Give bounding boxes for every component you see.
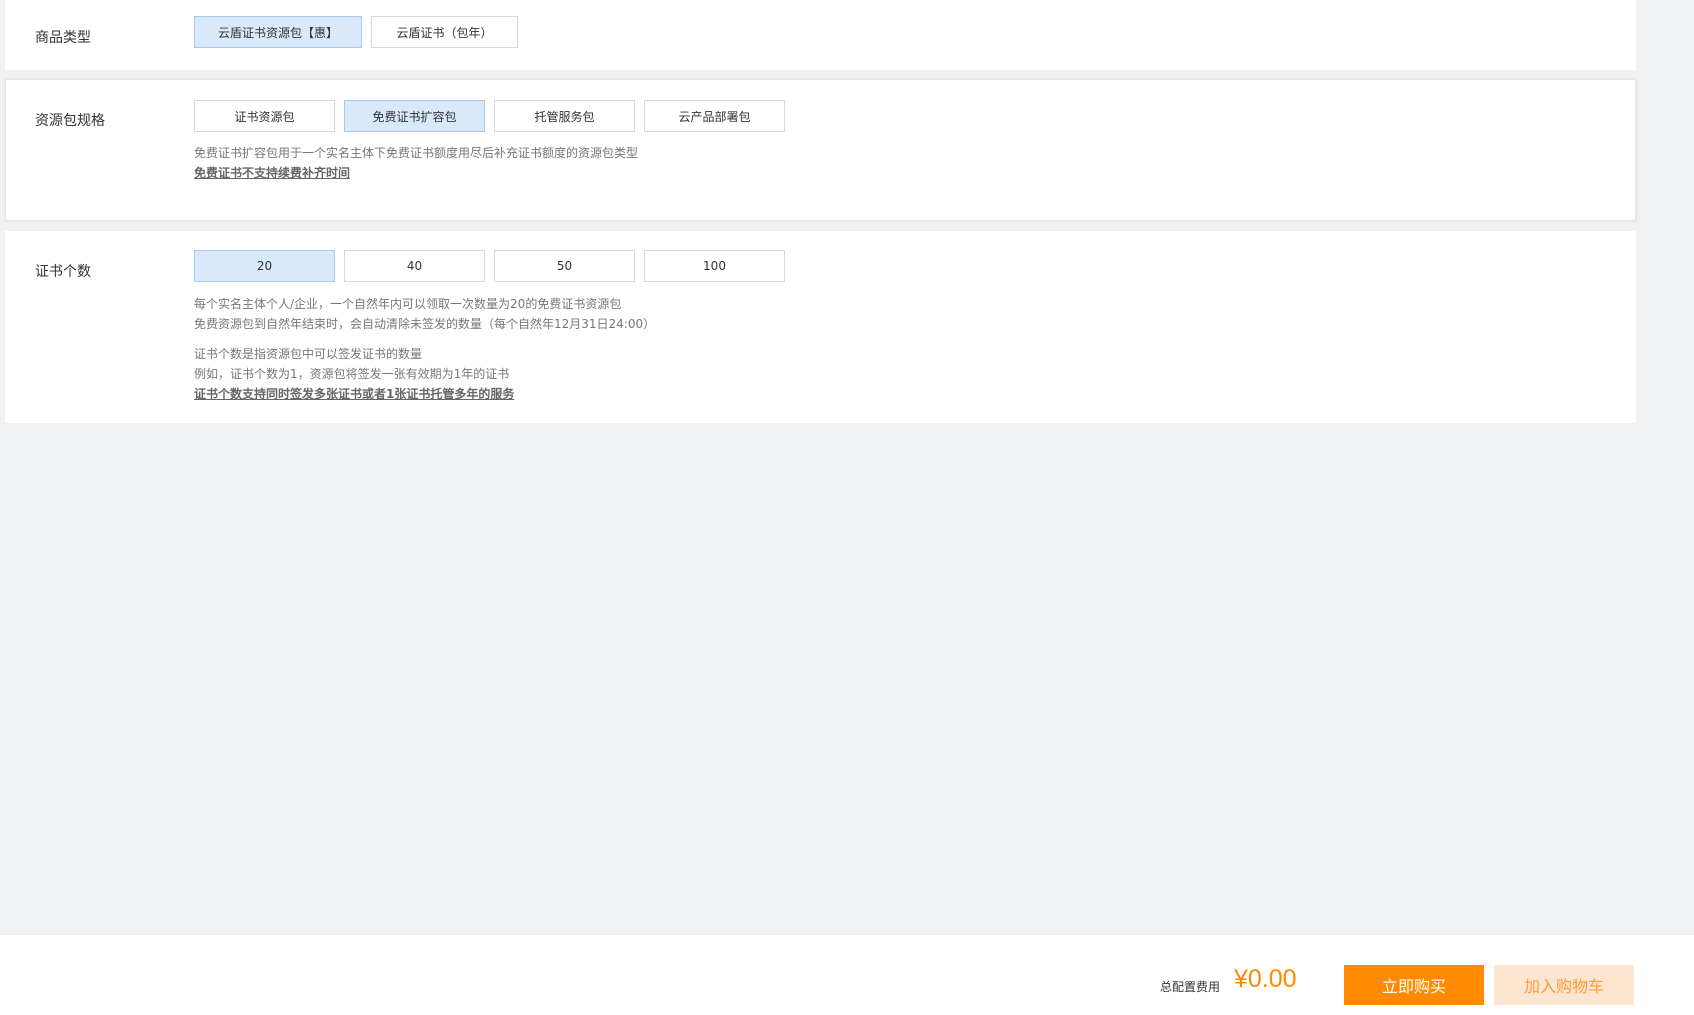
product-type-label: 商品类型 [35, 30, 91, 46]
product-type-section: 商品类型 云盾证书资源包【惠】 云盾证书（包年） [5, 0, 1636, 70]
spec-hint: 免费证书扩容包用于一个实名主体下免费证书额度用尽后补充证书额度的资源包类型 [194, 146, 639, 160]
count-hint-annual: 每个实名主体个人/企业，一个自然年内可以领取一次数量为20的免费证书资源包 [194, 297, 622, 311]
count-hint-example: 例如，证书个数为1，资源包将签发一张有效期为1年的证书 [194, 367, 510, 381]
option-count-100[interactable]: 100 [644, 250, 785, 282]
checkout-footer: 总配置费用 ¥0.00 立即购买 加入购物车 [0, 935, 1694, 1015]
option-count-20[interactable]: 20 [194, 250, 335, 282]
count-hint-definition: 证书个数是指资源包中可以签发证书的数量 [194, 347, 423, 361]
package-spec-label: 资源包规格 [35, 113, 105, 129]
option-spec-cert-package[interactable]: 证书资源包 [194, 100, 335, 132]
option-spec-hosting[interactable]: 托管服务包 [494, 100, 635, 132]
option-count-40[interactable]: 40 [344, 250, 485, 282]
count-hint-multi-link[interactable]: 证书个数支持同时签发多张证书或者1张证书托管多年的服务 [194, 385, 514, 402]
option-product-type-package[interactable]: 云盾证书资源包【惠】 [194, 16, 362, 48]
package-spec-section: 资源包规格 证书资源包 免费证书扩容包 托管服务包 云产品部署包 免费证书扩容包… [5, 79, 1636, 221]
buy-now-button[interactable]: 立即购买 [1344, 965, 1484, 1005]
cert-count-label: 证书个数 [35, 264, 91, 280]
total-price: ¥0.00 [1234, 965, 1297, 993]
total-fee-label: 总配置费用 [1160, 980, 1221, 994]
option-spec-free-expansion[interactable]: 免费证书扩容包 [344, 100, 485, 132]
option-count-50[interactable]: 50 [494, 250, 635, 282]
count-hint-expiry: 免费资源包到自然年结束时，会自动清除未签发的数量（每个自然年12月31日24:0… [194, 317, 656, 331]
add-to-cart-button[interactable]: 加入购物车 [1494, 965, 1634, 1005]
cert-count-section: 证书个数 20 40 50 100 每个实名主体个人/企业，一个自然年内可以领取… [5, 231, 1636, 423]
option-spec-deploy[interactable]: 云产品部署包 [644, 100, 785, 132]
option-product-type-annual[interactable]: 云盾证书（包年） [371, 16, 518, 48]
purchase-config-page: 商品类型 云盾证书资源包【惠】 云盾证书（包年） 资源包规格 证书资源包 免费证… [0, 0, 1694, 1015]
spec-hint-renewal-link[interactable]: 免费证书不支持续费补齐时间 [194, 164, 350, 181]
